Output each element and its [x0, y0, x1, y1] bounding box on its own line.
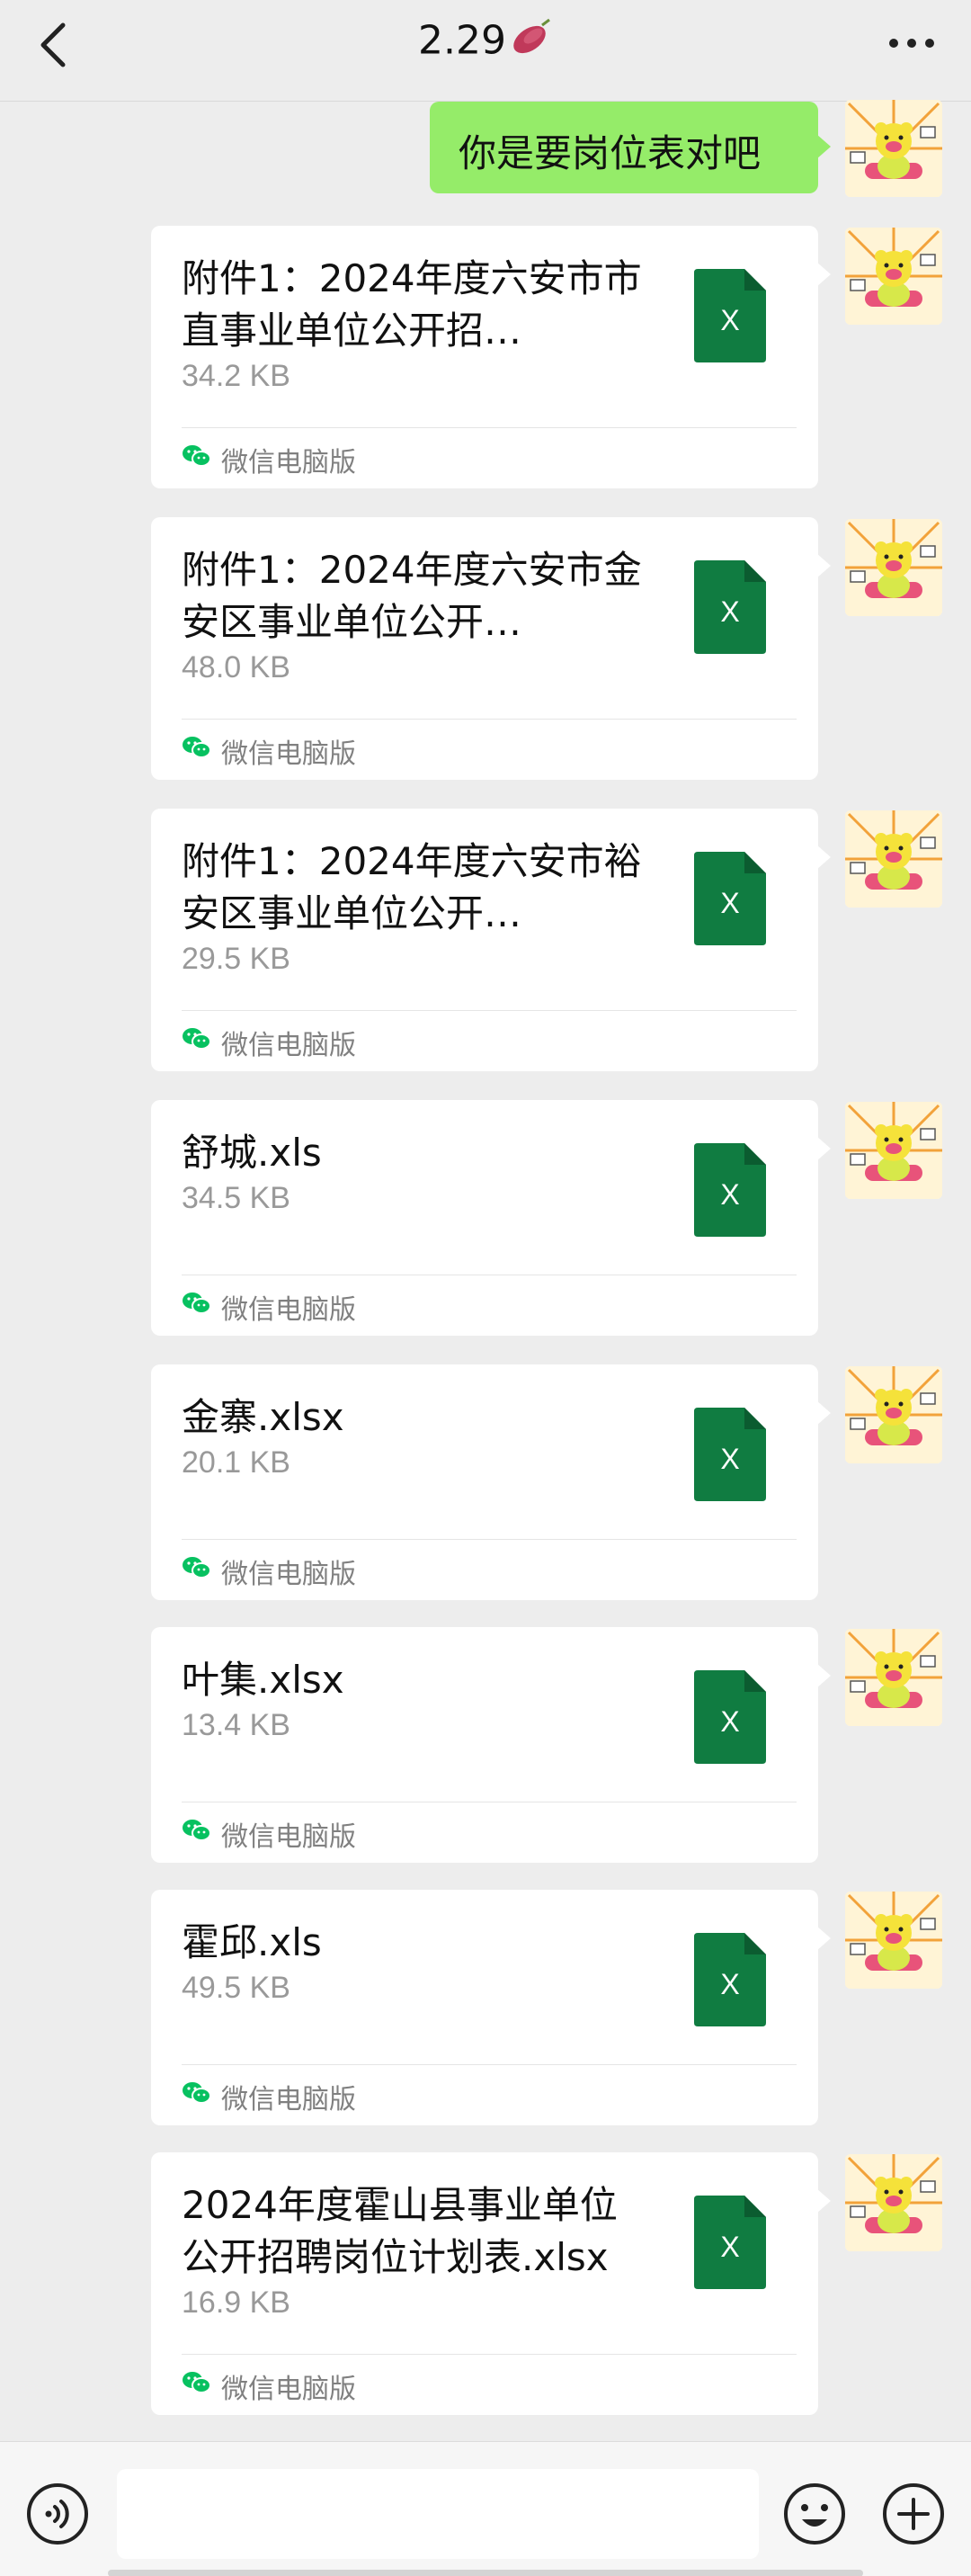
svg-text:X: X	[720, 2231, 739, 2263]
svg-text:X: X	[720, 1968, 739, 2000]
source-label-text: 微信电脑版	[221, 2374, 356, 2405]
svg-text:X: X	[720, 1705, 739, 1738]
wechat-icon	[182, 2369, 212, 2403]
chat-title-text: 2.29	[418, 17, 506, 64]
more-button[interactable]	[886, 32, 937, 54]
plus-button[interactable]	[881, 2482, 946, 2546]
message-input[interactable]	[117, 2469, 759, 2559]
source-label: 微信电脑版	[182, 2077, 356, 2115]
source-label: 微信电脑版	[182, 1552, 356, 1590]
file-message-card[interactable]: 叶集.xlsx 13.4 KB X 微信电脑版	[151, 1627, 831, 1863]
svg-text:X: X	[720, 1178, 739, 1211]
card-divider	[182, 719, 797, 720]
file-size: 48.0 KB	[182, 650, 290, 684]
message-list[interactable]: 你是要岗位表对吧 附件1：2024年度六安市市直事业单位公开招… 34.2 KB X…	[0, 100, 971, 2440]
source-label: 微信电脑版	[182, 731, 356, 770]
file-size: 13.4 KB	[182, 1708, 290, 1742]
source-label: 微信电脑版	[182, 1023, 356, 1061]
source-label-text: 微信电脑版	[221, 447, 356, 479]
avatar[interactable]	[845, 2154, 942, 2251]
file-size: 34.2 KB	[182, 359, 290, 393]
home-indicator	[108, 2570, 863, 2576]
source-label-text: 微信电脑版	[221, 1030, 356, 1061]
source-label-text: 微信电脑版	[221, 1294, 356, 1326]
wechat-icon	[182, 1025, 212, 1060]
text-message-bubble[interactable]: 你是要岗位表对吧	[430, 102, 831, 193]
file-name: 金寨.xlsx	[182, 1395, 344, 1439]
file-name: 附件1：2024年度六安市裕安区事业单位公开…	[182, 839, 642, 935]
file-name: 霍邱.xls	[182, 1920, 322, 1964]
file-message-card[interactable]: 附件1：2024年度六安市金安区事业单位公开… 48.0 KB X 微信电脑版	[151, 517, 831, 780]
voice-button[interactable]	[25, 2482, 90, 2546]
file-message-card[interactable]: 舒城.xls 34.5 KB X 微信电脑版	[151, 1100, 831, 1336]
more-dots-icon	[889, 39, 934, 48]
excel-file-icon: X	[694, 852, 766, 945]
text-message: 你是要岗位表对吧	[459, 131, 762, 175]
file-name: 2024年度霍山县事业单位公开招聘岗位计划表.xlsx	[182, 2183, 618, 2279]
avatar[interactable]	[845, 519, 942, 616]
file-message-card[interactable]: 2024年度霍山县事业单位公开招聘岗位计划表.xlsx 16.9 KB X 微信电脑版	[151, 2152, 831, 2415]
svg-text:X: X	[720, 595, 739, 628]
avatar[interactable]	[845, 1102, 942, 1199]
wechat-icon	[182, 1554, 212, 1588]
voice-icon	[27, 2483, 88, 2545]
file-size: 16.9 KB	[182, 2285, 290, 2320]
file-size: 29.5 KB	[182, 942, 290, 976]
source-label-text: 微信电脑版	[221, 738, 356, 770]
file-size: 49.5 KB	[182, 1971, 290, 2005]
wechat-icon	[182, 443, 212, 477]
file-name: 舒城.xls	[182, 1131, 322, 1175]
chat-screen: 2.29 你是要岗位表对吧 附件1：2024年度六安市市直事业单位公开招… 34.…	[0, 0, 971, 2576]
wechat-icon	[182, 1290, 212, 1324]
source-label: 微信电脑版	[182, 1814, 356, 1853]
card-divider	[182, 2354, 797, 2355]
file-size: 20.1 KB	[182, 1445, 290, 1480]
source-label-text: 微信电脑版	[221, 1821, 356, 1853]
emoji-button[interactable]	[782, 2482, 847, 2546]
wechat-icon	[182, 2080, 212, 2114]
svg-text:X: X	[720, 1443, 739, 1475]
file-name: 附件1：2024年度六安市金安区事业单位公开…	[182, 548, 642, 644]
excel-file-icon: X	[694, 1143, 766, 1237]
chat-header: 2.29	[0, 0, 971, 102]
avatar[interactable]	[845, 1629, 942, 1726]
avatar[interactable]	[845, 810, 942, 908]
source-label: 微信电脑版	[182, 440, 356, 479]
avatar[interactable]	[845, 1892, 942, 1989]
avatar[interactable]	[845, 1366, 942, 1463]
excel-file-icon: X	[694, 560, 766, 654]
file-message-card[interactable]: 附件1：2024年度六安市裕安区事业单位公开… 29.5 KB X 微信电脑版	[151, 809, 831, 1071]
excel-file-icon: X	[694, 2196, 766, 2289]
source-label: 微信电脑版	[182, 2366, 356, 2405]
emoji-icon	[784, 2483, 845, 2545]
excel-file-icon: X	[694, 1933, 766, 2026]
svg-text:X: X	[720, 887, 739, 919]
card-divider	[182, 1010, 797, 1011]
card-divider	[182, 1539, 797, 1540]
sweet-potato-emoji	[510, 16, 553, 69]
file-name: 附件1：2024年度六安市市直事业单位公开招…	[182, 256, 642, 353]
chat-title: 2.29	[0, 16, 971, 70]
card-divider	[182, 427, 797, 428]
wechat-icon	[182, 734, 212, 768]
excel-file-icon: X	[694, 1408, 766, 1501]
file-message-card[interactable]: 金寨.xlsx 20.1 KB X 微信电脑版	[151, 1364, 831, 1600]
card-divider	[182, 2064, 797, 2065]
excel-file-icon: X	[694, 269, 766, 362]
avatar[interactable]	[845, 228, 942, 325]
file-size: 34.5 KB	[182, 1181, 290, 1215]
source-label-text: 微信电脑版	[221, 1559, 356, 1590]
file-name: 叶集.xlsx	[182, 1658, 344, 1702]
wechat-icon	[182, 1817, 212, 1851]
source-label: 微信电脑版	[182, 1287, 356, 1326]
svg-text:X: X	[720, 304, 739, 336]
excel-file-icon: X	[694, 1670, 766, 1764]
file-message-card[interactable]: 附件1：2024年度六安市市直事业单位公开招… 34.2 KB X 微信电脑版	[151, 226, 831, 488]
plus-icon	[883, 2483, 944, 2545]
avatar[interactable]	[845, 100, 942, 197]
source-label-text: 微信电脑版	[221, 2084, 356, 2115]
input-bar	[0, 2441, 971, 2576]
file-message-card[interactable]: 霍邱.xls 49.5 KB X 微信电脑版	[151, 1890, 831, 2125]
